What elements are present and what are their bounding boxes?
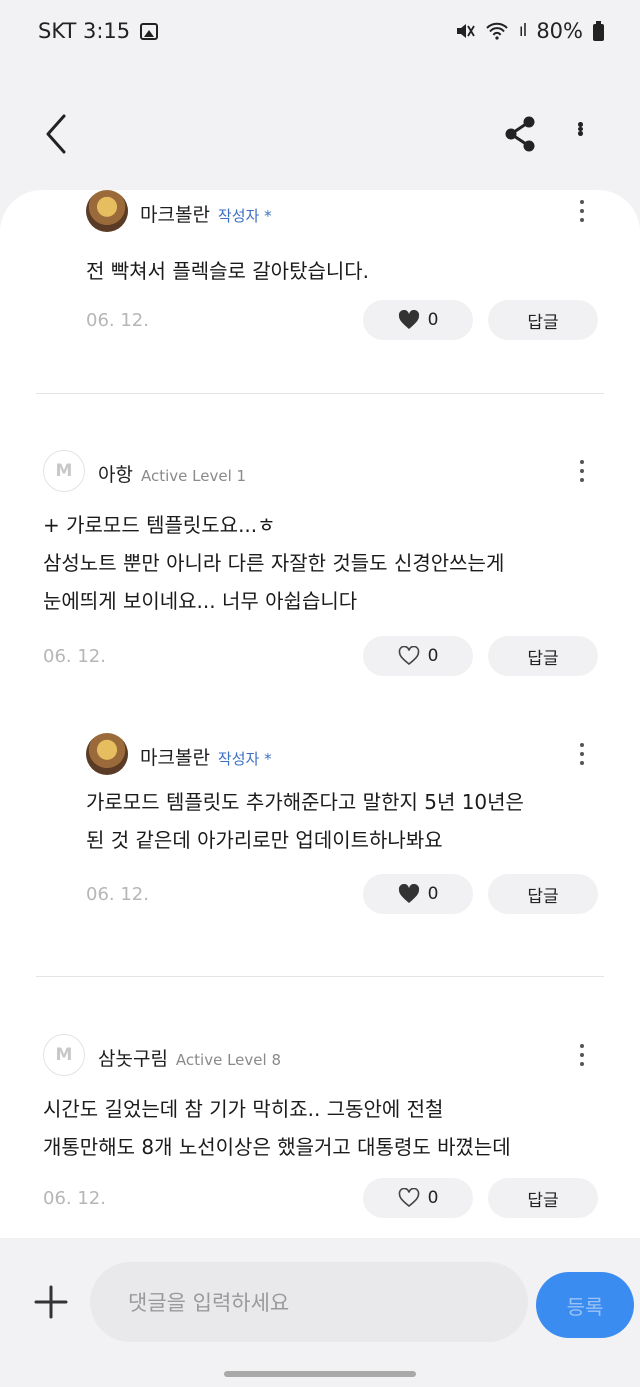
- signal-icon: ıl: [518, 21, 528, 41]
- comment-date: 06. 12.: [43, 1188, 106, 1209]
- attach-button[interactable]: [34, 1285, 68, 1319]
- author-badge: 작성자 *: [217, 750, 272, 768]
- level-badge: Active Level 1: [140, 467, 247, 485]
- comment-input-bar: 댓글을 입력하세요 등록: [0, 1238, 640, 1387]
- submit-button[interactable]: 등록: [536, 1272, 634, 1338]
- author-name: 마크볼란: [140, 204, 210, 226]
- like-count: 0: [427, 884, 439, 904]
- avatar[interactable]: M: [43, 450, 85, 492]
- status-right: ıl 80%: [455, 19, 604, 43]
- comment-more-button[interactable]: [570, 456, 594, 486]
- status-left: SKT 3:15: [38, 19, 159, 43]
- divider: [36, 976, 604, 977]
- like-count: 0: [427, 1188, 439, 1208]
- app-bar: [0, 100, 640, 170]
- like-button[interactable]: 0: [363, 1178, 473, 1218]
- comment-text: + 가로모드 템플릿도요...ㅎ 삼성노트 뿐만 아니라 다른 자잘한 것들도 …: [43, 506, 504, 620]
- comment-more-button[interactable]: [570, 739, 594, 769]
- author-name: 아항: [98, 464, 133, 486]
- reply-button[interactable]: 답글: [488, 636, 598, 676]
- reply-button[interactable]: 답글: [488, 874, 598, 914]
- share-icon: [505, 116, 535, 152]
- comment-author[interactable]: 마크볼란 작성자 *: [140, 200, 272, 227]
- comment-line: + 가로모드 템플릿도요...ㅎ: [43, 513, 276, 537]
- comment-text: 가로모드 템플릿도 추가해준다고 말한지 5년 10년은 된 것 같은데 아가리…: [86, 783, 524, 859]
- divider: [36, 393, 604, 394]
- back-button[interactable]: [38, 112, 78, 156]
- comment-line: 눈에띄게 보이네요... 너무 아쉽습니다: [43, 589, 358, 613]
- comment-text: 전 빡쳐서 플렉슬로 갈아탔습니다.: [86, 252, 369, 290]
- author-badge: 작성자 *: [217, 207, 272, 225]
- comment-line: 가로모드 템플릿도 추가해준다고 말한지 5년 10년은: [86, 790, 524, 814]
- author-name: 삼놋구림: [98, 1048, 168, 1070]
- dot: [577, 122, 583, 127]
- submit-label: 등록: [566, 1294, 604, 1319]
- like-button[interactable]: 0: [363, 300, 473, 340]
- reply-button[interactable]: 답글: [488, 300, 598, 340]
- heart-icon: [398, 310, 419, 329]
- home-indicator[interactable]: [224, 1371, 416, 1377]
- mute-icon: [456, 24, 475, 38]
- comment-date: 06. 12.: [43, 646, 106, 667]
- heart-outline-icon: [398, 1188, 419, 1208]
- reply-label: 답글: [527, 1190, 559, 1211]
- comment-author[interactable]: 아항 Active Level 1: [98, 460, 246, 487]
- share-button[interactable]: [502, 114, 538, 154]
- avatar[interactable]: [86, 733, 128, 775]
- comment-line: 전 빡쳐서 플렉슬로 갈아탔습니다.: [86, 259, 370, 283]
- status-bar: SKT 3:15 ıl 80%: [0, 0, 640, 62]
- reply-label: 답글: [527, 648, 559, 669]
- comment-author[interactable]: 삼놋구림 Active Level 8: [98, 1044, 281, 1071]
- comment-list: 마크볼란 작성자 * 전 빡쳐서 플렉슬로 갈아탔습니다. 06. 12. 0 답…: [0, 190, 640, 1238]
- dot: [577, 131, 583, 137]
- comment-date: 06. 12.: [86, 310, 149, 331]
- reply-label: 답글: [527, 886, 559, 907]
- battery-icon: [593, 20, 604, 41]
- comment-author[interactable]: 마크볼란 작성자 *: [140, 743, 272, 770]
- more-options-button[interactable]: [568, 114, 592, 144]
- comment-text: 시간도 길었는데 참 기가 막히죠.. 그동안에 전철 개통만해도 8개 노선이…: [43, 1090, 511, 1166]
- reply-button[interactable]: 답글: [488, 1178, 598, 1218]
- heart-outline-icon: [398, 646, 419, 666]
- reply-label: 답글: [527, 312, 559, 333]
- comment-line: 개통만해도 8개 노선이상은 했을거고 대통령도 바꼈는데: [43, 1135, 511, 1159]
- like-button[interactable]: 0: [363, 636, 473, 676]
- like-count: 0: [427, 646, 439, 666]
- plus-icon: [34, 1285, 68, 1319]
- comment-more-button[interactable]: [570, 196, 594, 226]
- heart-icon: [398, 884, 419, 903]
- avatar[interactable]: M: [43, 1034, 85, 1076]
- like-count: 0: [427, 310, 439, 330]
- avatar[interactable]: [86, 190, 128, 232]
- comment-more-button[interactable]: [570, 1040, 594, 1070]
- comment-line: 삼성노트 뿐만 아니라 다른 자잘한 것들도 신경안쓰는게: [43, 551, 505, 575]
- comment-date: 06. 12.: [86, 884, 149, 905]
- gallery-notification-icon: [140, 22, 159, 40]
- like-button[interactable]: 0: [363, 874, 473, 914]
- author-name: 마크볼란: [140, 747, 210, 769]
- comment-line: 된 것 같은데 아가리로만 업데이트하나봐요: [86, 828, 443, 852]
- comment-input[interactable]: 댓글을 입력하세요: [90, 1262, 528, 1342]
- level-badge: Active Level 8: [175, 1051, 281, 1069]
- battery-percent: 80%: [536, 19, 583, 43]
- carrier-time: SKT 3:15: [38, 19, 131, 43]
- wifi-icon: [486, 22, 508, 40]
- comment-line: 시간도 길었는데 참 기가 막히죠.. 그동안에 전철: [43, 1097, 444, 1121]
- chevron-left-icon: [46, 114, 66, 154]
